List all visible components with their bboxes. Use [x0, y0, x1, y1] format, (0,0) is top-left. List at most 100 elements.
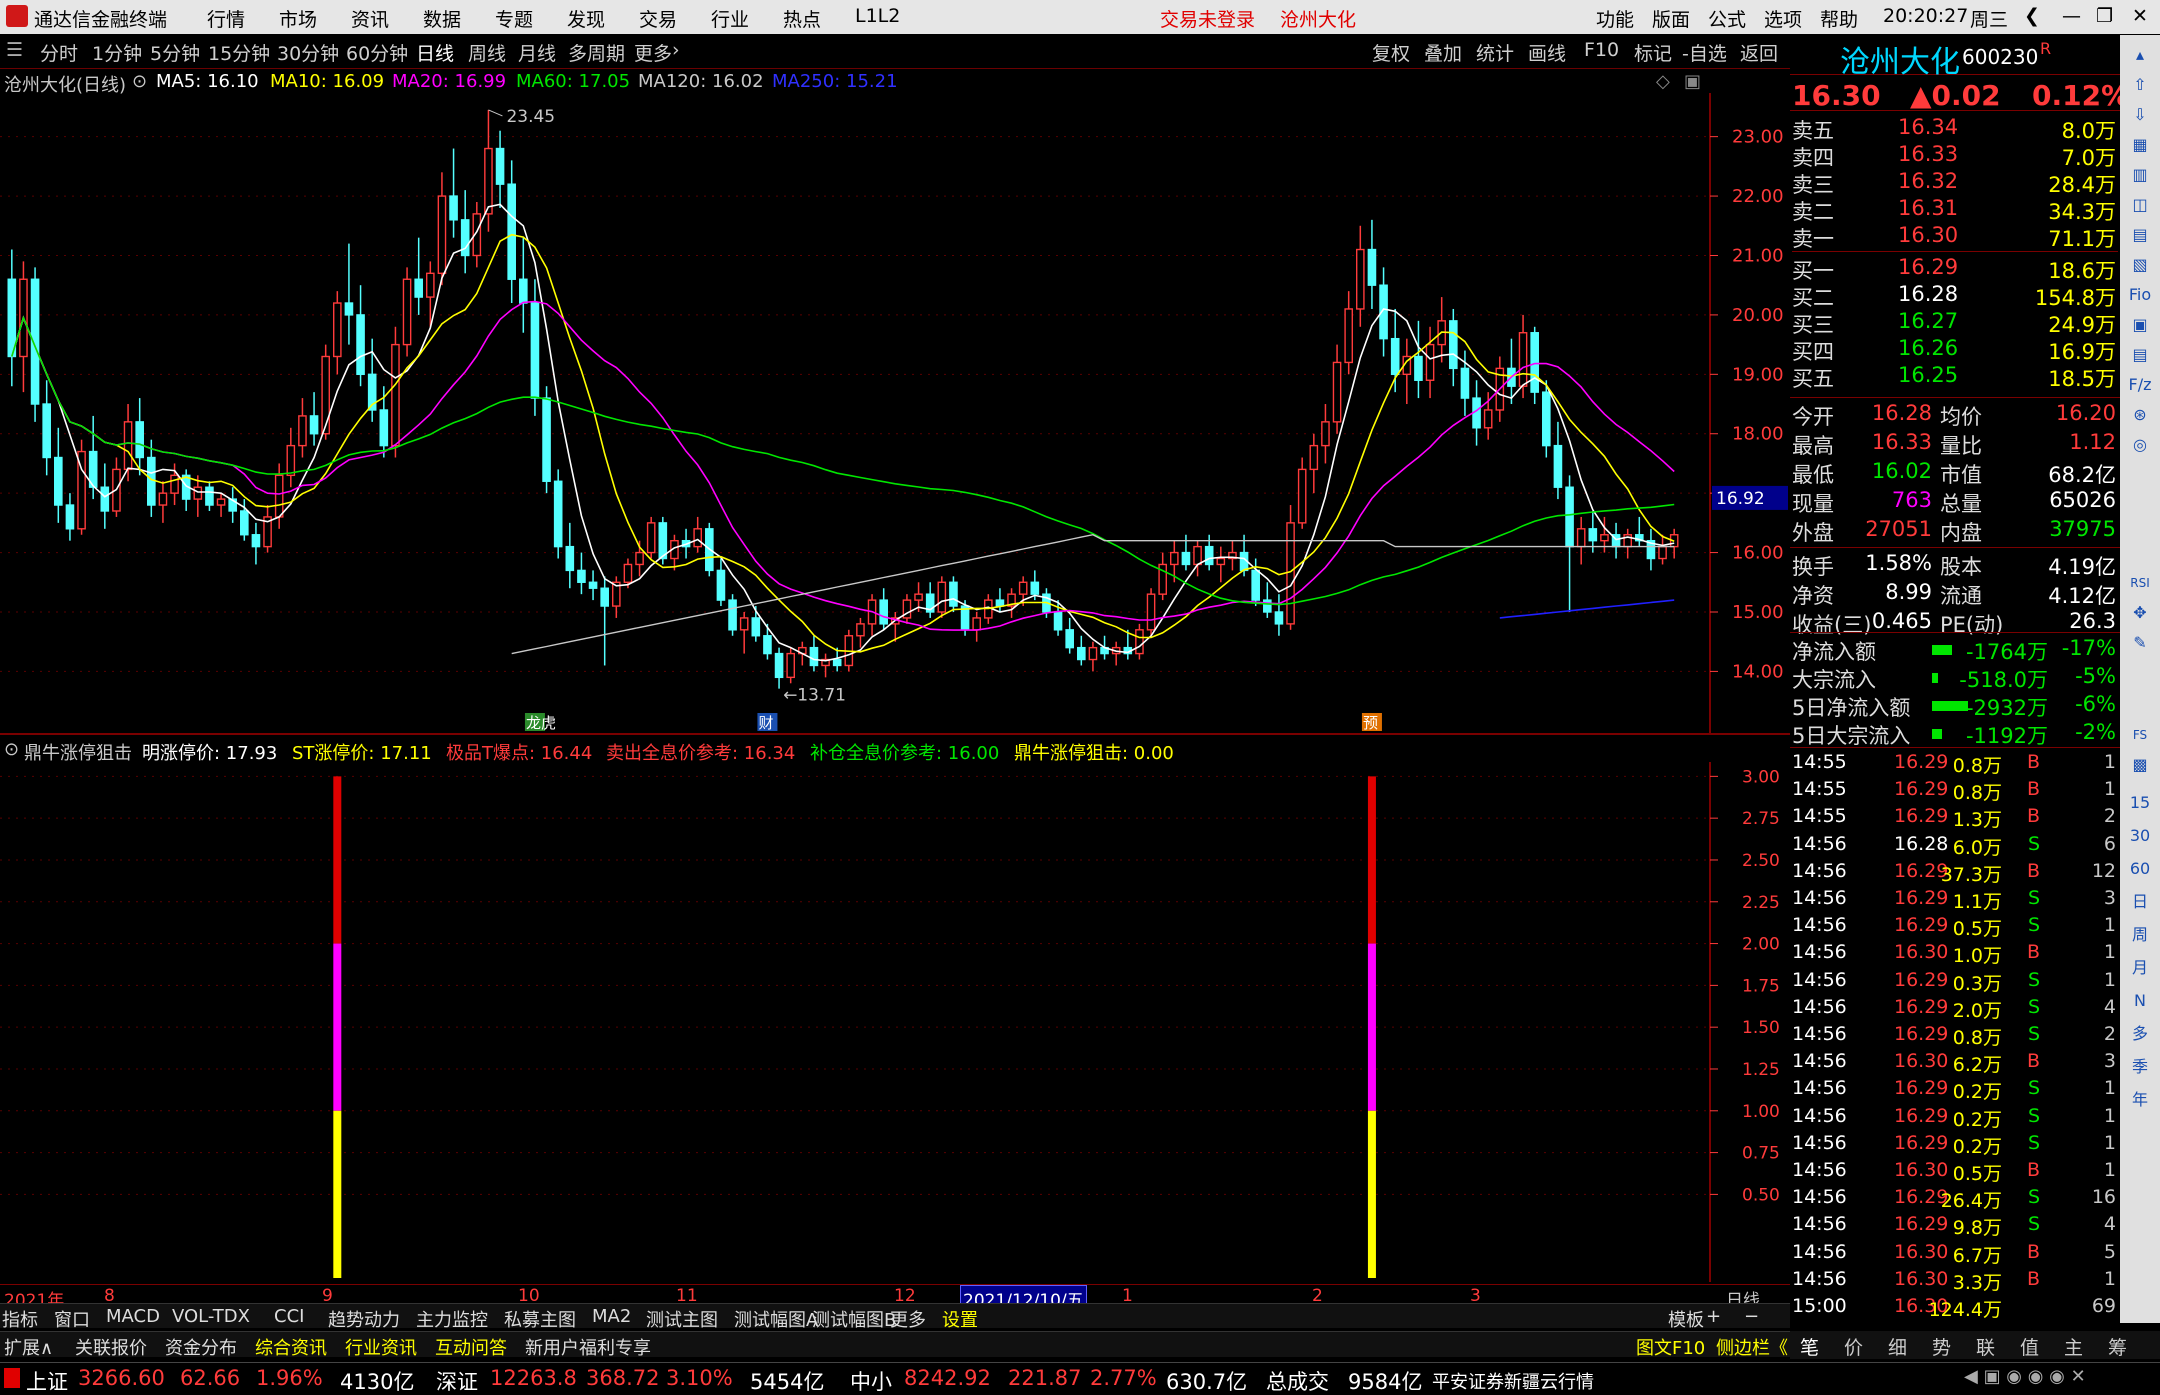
ind-tab-right[interactable]: 模板 [1668, 1306, 1704, 1332]
sidebar-tool-icon[interactable]: ⇩ [2126, 101, 2154, 129]
quote-tab[interactable]: 筹 [2108, 1333, 2127, 1360]
btn-huaxian[interactable]: 画线 [1528, 39, 1566, 66]
tab-1min[interactable]: 1分钟 [92, 39, 142, 66]
ind-tab[interactable]: 主力监控 [416, 1306, 488, 1332]
ind-tab[interactable]: MACD [106, 1306, 160, 1327]
sidebar-fs[interactable]: FS [2126, 721, 2154, 749]
ind-tab[interactable]: 私募主图 [504, 1306, 576, 1332]
bid-row[interactable]: 买一 16.29 18.6万 [1790, 255, 2120, 283]
ind-tab[interactable]: 设置 [942, 1306, 978, 1332]
tab-week[interactable]: 周线 [468, 39, 506, 66]
sidebar-tool-icon[interactable]: ▦ [2126, 131, 2154, 159]
ind-tab[interactable]: 测试主图 [646, 1306, 718, 1332]
btn-tongji[interactable]: 统计 [1476, 39, 1514, 66]
ind-tab-right[interactable]: + [1706, 1306, 1721, 1327]
sidebar-pen-icon[interactable]: ✎ [2126, 629, 2154, 657]
menu-zhuanti[interactable]: 专题 [495, 5, 533, 32]
ind-tab[interactable]: 窗口 [54, 1306, 90, 1332]
quote-tab[interactable]: 价 [1844, 1333, 1863, 1360]
minimize-icon[interactable]: — [2062, 5, 2081, 27]
sidebar-period-10[interactable]: 季 [2126, 1053, 2154, 1081]
ind-tab[interactable]: CCI [274, 1306, 304, 1327]
sidebar-move-icon[interactable]: ✥ [2126, 599, 2154, 627]
quote-tab[interactable]: 笔 [1800, 1333, 1819, 1360]
menu-jiaoyi[interactable]: 交易 [639, 5, 677, 32]
ind-tab[interactable]: 指标 [2, 1306, 38, 1332]
info-tab[interactable]: 资金分布 [165, 1334, 237, 1360]
sidebar-tool-icon[interactable]: ⊛ [2126, 401, 2154, 429]
btn-zixuan[interactable]: -自选 [1682, 39, 1727, 66]
btn-diejia[interactable]: 叠加 [1424, 39, 1462, 66]
bid-row[interactable]: 买二 16.28 154.8万 [1790, 282, 2120, 310]
bid-row[interactable]: 买五 16.25 18.5万 [1790, 363, 2120, 391]
sidebar-rsi[interactable]: RSI [2126, 569, 2154, 597]
menu-zixun[interactable]: 资讯 [351, 5, 389, 32]
sidebar-period-3[interactable]: 30 [2126, 822, 2154, 850]
btn-fanhui[interactable]: 返回 [1740, 39, 1778, 66]
menu-bangzhu[interactable]: 帮助 [1820, 5, 1858, 32]
sidebar-tool-icon[interactable]: ▥ [2126, 161, 2154, 189]
ask-row[interactable]: 卖二 16.31 34.3万 [1790, 196, 2120, 224]
menu-xuanxiang[interactable]: 选项 [1764, 5, 1802, 32]
info-tab[interactable]: 综合资讯 [255, 1334, 327, 1360]
info-tab[interactable]: 行业资讯 [345, 1334, 417, 1360]
menu-hangqing[interactable]: 行情 [207, 5, 245, 32]
tab-month[interactable]: 月线 [518, 39, 556, 66]
sidebar-tool-icon[interactable]: ◎ [2126, 431, 2154, 459]
status-icons[interactable]: ◀ ▣ ◉ ◉ ◉ ✕ [1964, 1366, 2086, 1387]
tab-fenshi[interactable]: 分时 [40, 39, 78, 66]
info-tab[interactable]: 扩展∧ [4, 1334, 53, 1360]
sidebar-tool-icon[interactable]: ▴ [2126, 41, 2154, 69]
trade-notice[interactable]: 交易未登录 [1160, 5, 1255, 32]
menu-l1l2[interactable]: L1L2 [855, 5, 900, 27]
btn-biaoji[interactable]: 标记 [1634, 39, 1672, 66]
sidebar-tool-icon[interactable]: ▧ [2126, 251, 2154, 279]
sidebar-period-2[interactable]: 15 [2126, 789, 2154, 817]
menu-banmian[interactable]: 版面 [1652, 5, 1690, 32]
restore-icon[interactable]: ❐ [2096, 5, 2113, 27]
ind-tab-right[interactable]: − [1744, 1306, 1759, 1327]
window-icon[interactable]: ▣ [1684, 71, 1701, 92]
menu-redian[interactable]: 热点 [783, 5, 821, 32]
diamond-icon[interactable]: ◇ [1656, 71, 1670, 92]
tab-more[interactable]: 更多 [634, 39, 672, 66]
menu-shichang[interactable]: 市场 [279, 5, 317, 32]
ask-row[interactable]: 卖四 16.33 7.0万 [1790, 142, 2120, 170]
sidebar-tool-icon[interactable]: ▤ [2126, 221, 2154, 249]
sidebar-tool-icon[interactable]: ▣ [2126, 311, 2154, 339]
quote-tab[interactable]: 细 [1888, 1333, 1907, 1360]
ind-tab[interactable]: 趋势动力 [328, 1306, 400, 1332]
ask-row[interactable]: 卖三 16.32 28.4万 [1790, 169, 2120, 197]
quote-stock-name[interactable]: 沧州大化 [1840, 37, 1960, 81]
quote-tab[interactable]: 主 [2064, 1333, 2083, 1360]
sidebar-period-8[interactable]: N [2126, 987, 2154, 1015]
menu-gongneng[interactable]: 功能 [1596, 5, 1634, 32]
sidebar-tool-icon[interactable]: ◫ [2126, 191, 2154, 219]
tab-day[interactable]: 日线 [416, 39, 454, 66]
tab-multi[interactable]: 多周期 [568, 39, 625, 66]
menu-faxian[interactable]: 发现 [567, 5, 605, 32]
sidebar-period-9[interactable]: 多 [2126, 1020, 2154, 1048]
back-icon[interactable]: ❮ [2024, 5, 2040, 27]
bid-row[interactable]: 买三 16.27 24.9万 [1790, 309, 2120, 337]
info-tab-right[interactable]: 图文F10 [1636, 1334, 1705, 1360]
ind-tab[interactable]: VOL-TDX [172, 1306, 250, 1327]
sidebar-tool-icon[interactable]: ⇧ [2126, 71, 2154, 99]
sidebar-tool-icon[interactable]: Fio [2126, 281, 2154, 309]
btn-fuquan[interactable]: 复权 [1372, 39, 1410, 66]
tab-5min[interactable]: 5分钟 [150, 39, 200, 66]
indicator-chart[interactable]: 3.00 2.75 2.50 2.25 2.00 1.75 1.50 1.25 1.00 0.75… [0, 762, 1790, 1282]
tab-30min[interactable]: 30分钟 [277, 39, 339, 66]
quote-tab[interactable]: 联 [1976, 1333, 1995, 1360]
info-tab[interactable]: 互动问答 [435, 1334, 507, 1360]
info-tab[interactable]: 关联报价 [75, 1334, 147, 1360]
btn-f10[interactable]: F10 [1584, 39, 1619, 61]
close-icon[interactable]: ✕ [2132, 5, 2148, 27]
ma-settings-icon[interactable]: ⊙ [132, 71, 147, 92]
info-tab-right[interactable]: 侧边栏《 [1716, 1334, 1788, 1360]
ind-tab[interactable]: 更多 [890, 1306, 926, 1332]
tab-15min[interactable]: 15分钟 [208, 39, 270, 66]
menu-shuju[interactable]: 数据 [423, 5, 461, 32]
quote-tab[interactable]: 值 [2020, 1333, 2039, 1360]
sidebar-period-4[interactable]: 60 [2126, 855, 2154, 883]
